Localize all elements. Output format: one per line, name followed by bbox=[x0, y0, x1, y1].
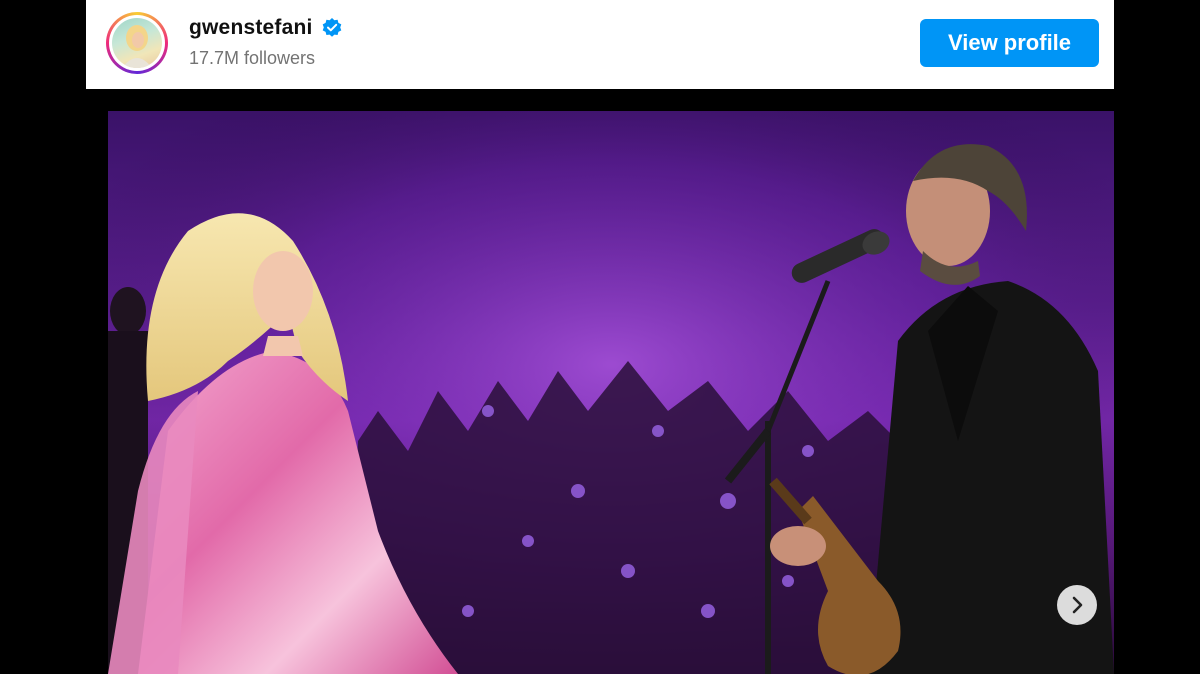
avatar-story-ring[interactable] bbox=[106, 12, 168, 74]
concert-photo-illustration bbox=[108, 111, 1114, 674]
post-header: gwenstefani 17.7M followers View profile bbox=[86, 0, 1114, 89]
avatar bbox=[112, 18, 162, 68]
chevron-right-icon bbox=[1072, 596, 1083, 614]
post-photo[interactable] bbox=[108, 111, 1114, 674]
verified-badge-icon bbox=[321, 17, 343, 39]
username[interactable]: gwenstefani bbox=[189, 16, 313, 40]
view-profile-button[interactable]: View profile bbox=[920, 19, 1099, 67]
instagram-embed: gwenstefani 17.7M followers View profile bbox=[86, 0, 1114, 674]
next-photo-button[interactable] bbox=[1057, 585, 1097, 625]
follower-count: 17.7M followers bbox=[189, 48, 316, 68]
